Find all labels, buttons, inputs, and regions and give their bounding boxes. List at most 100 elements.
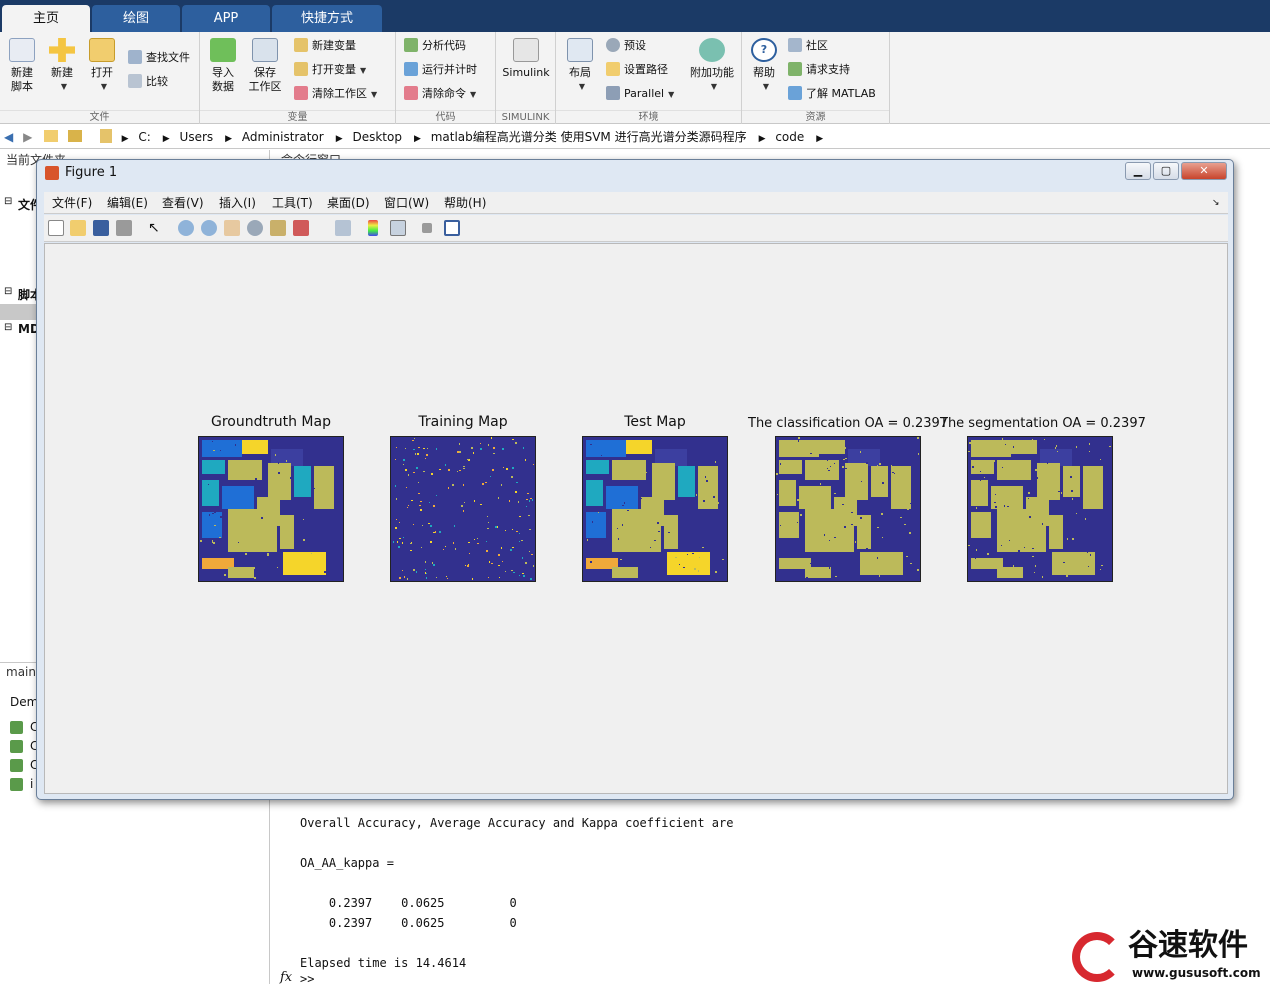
tab-plots[interactable]: 绘图 xyxy=(92,5,180,32)
request-support-button[interactable]: 请求支持 xyxy=(788,60,850,80)
collapse-icon[interactable]: ⊟ xyxy=(4,286,12,297)
back-arrow-icon[interactable]: ◀ xyxy=(4,125,13,149)
zoom-out-icon[interactable] xyxy=(201,220,217,236)
map-speckle xyxy=(887,519,889,522)
menu-insert[interactable]: 插入(I) xyxy=(219,192,256,214)
breadcrumb-item[interactable]: C: xyxy=(138,125,150,149)
menu-help[interactable]: 帮助(H) xyxy=(444,192,486,214)
analyze-code-button[interactable]: 分析代码 xyxy=(404,36,466,56)
save-icon[interactable] xyxy=(93,220,109,236)
compare-button[interactable]: 比较 xyxy=(128,72,168,92)
tab-apps[interactable]: APP xyxy=(182,5,270,32)
new-variable-button[interactable]: 新建变量 xyxy=(294,36,356,56)
addons-button[interactable]: 附加功能 ▼ xyxy=(688,38,736,94)
up-folder-icon[interactable] xyxy=(44,130,59,142)
legend-icon[interactable] xyxy=(390,220,406,236)
hide-plot-tools-icon[interactable] xyxy=(422,223,432,233)
map-speckle xyxy=(968,565,970,568)
save-workspace-button[interactable]: 保存 工作区 xyxy=(246,38,284,94)
tab-home[interactable]: 主页 xyxy=(2,5,90,32)
preferences-button[interactable]: 预设 xyxy=(606,36,646,56)
menu-view[interactable]: 查看(V) xyxy=(162,192,204,214)
zoom-in-icon[interactable] xyxy=(178,220,194,236)
find-files-button[interactable]: 查找文件 xyxy=(128,48,190,68)
map-speckle xyxy=(709,521,711,523)
map-speckle xyxy=(435,494,438,497)
show-plot-tools-icon[interactable] xyxy=(444,220,460,236)
run-and-time-button[interactable]: 运行并计时 xyxy=(404,60,477,80)
brush-icon[interactable] xyxy=(293,220,309,236)
simulink-group-title: SIMULINK xyxy=(496,110,555,124)
pointer-icon[interactable]: ↖ xyxy=(148,220,164,236)
simulink-group: Simulink SIMULINK xyxy=(496,32,556,124)
menu-window[interactable]: 窗口(W) xyxy=(384,192,429,214)
map-parcel xyxy=(804,566,831,579)
print-icon[interactable] xyxy=(116,220,132,236)
file-group: 新建 脚本 新建 ▼ 打开 ▼ 查找文件 比较 文件 xyxy=(0,32,200,124)
open-variable-button[interactable]: 打开变量 ▼ xyxy=(294,60,366,80)
data-cursor-icon[interactable] xyxy=(270,220,286,236)
map-speckle xyxy=(1036,494,1039,496)
map-parcel xyxy=(314,465,335,509)
browse-folder-icon[interactable] xyxy=(67,130,82,142)
map-speckle xyxy=(398,546,400,548)
map-speckle xyxy=(278,472,280,474)
compare-label: 比较 xyxy=(146,75,168,88)
close-button[interactable]: ✕ xyxy=(1181,162,1227,180)
collapse-icon[interactable]: ⊟ xyxy=(4,322,12,333)
forward-arrow-icon[interactable]: ▶ xyxy=(23,125,32,149)
map-speckle xyxy=(1072,513,1075,515)
simulink-button[interactable]: Simulink xyxy=(502,38,550,80)
breadcrumb-separator-icon: ▶ xyxy=(335,134,343,144)
clear-commands-button[interactable]: 清除命令 ▼ xyxy=(404,84,476,104)
help-button[interactable]: ? 帮助 ▼ xyxy=(746,38,782,94)
new-button[interactable]: 新建 ▼ xyxy=(44,38,80,94)
new-figure-icon[interactable] xyxy=(48,220,64,236)
map-speckle xyxy=(826,459,829,462)
collapse-icon[interactable]: ⊟ xyxy=(4,196,12,207)
file-item[interactable]: i xyxy=(30,777,33,791)
breadcrumb-item[interactable]: matlab编程高光谱分类 使用SVM 进行高光谱分类源码程序 xyxy=(431,125,747,149)
map-speckle xyxy=(704,476,707,478)
breadcrumb-item[interactable]: Users xyxy=(180,125,214,149)
map-speckle xyxy=(426,454,428,456)
learn-matlab-button[interactable]: 了解 MATLAB xyxy=(788,84,876,104)
menu-tools[interactable]: 工具(T) xyxy=(272,192,313,214)
map-speckle xyxy=(1015,441,1017,444)
fx-icon: fx xyxy=(280,970,293,985)
set-path-button[interactable]: 设置路径 xyxy=(606,60,668,80)
pan-icon[interactable] xyxy=(224,220,240,236)
open-button[interactable]: 打开 ▼ xyxy=(84,38,120,94)
rotate-icon[interactable] xyxy=(247,220,263,236)
map-speckle xyxy=(859,451,862,453)
figure-titlebar[interactable]: Figure 1 ▁ ▢ ✕ xyxy=(37,160,1233,186)
colorbar-icon[interactable] xyxy=(368,220,378,236)
parallel-button[interactable]: Parallel ▼ xyxy=(606,84,674,104)
link-plot-icon[interactable] xyxy=(335,220,351,236)
clear-workspace-button[interactable]: 清除工作区 ▼ xyxy=(294,84,377,104)
menu-edit[interactable]: 编辑(E) xyxy=(107,192,148,214)
map-speckle xyxy=(854,541,857,543)
save-workspace-icon xyxy=(252,38,278,62)
breadcrumb-item[interactable]: code xyxy=(775,125,804,149)
menu-file[interactable]: 文件(F) xyxy=(52,192,92,214)
breadcrumb-item[interactable]: Desktop xyxy=(352,125,402,149)
breadcrumb-item[interactable]: Administrator xyxy=(242,125,324,149)
new-script-button[interactable]: 新建 脚本 xyxy=(4,38,40,94)
layout-button[interactable]: 布局 ▼ xyxy=(562,38,598,94)
community-button[interactable]: 社区 xyxy=(788,36,828,56)
menu-desktop[interactable]: 桌面(D) xyxy=(327,192,370,214)
open-file-icon[interactable] xyxy=(70,220,86,236)
map-speckle xyxy=(446,577,449,580)
maximize-button[interactable]: ▢ xyxy=(1153,162,1179,180)
map-speckle xyxy=(512,467,514,469)
tab-shortcuts[interactable]: 快捷方式 xyxy=(272,5,382,32)
dock-arrow-icon[interactable]: ↘ xyxy=(1212,192,1220,214)
map-speckle xyxy=(433,505,435,507)
map-speckle xyxy=(394,485,397,487)
open-variable-icon xyxy=(294,62,308,76)
map-speckle xyxy=(428,501,431,504)
import-data-button[interactable]: 导入 数据 xyxy=(205,38,241,94)
minimize-button[interactable]: ▁ xyxy=(1125,162,1151,180)
figure-canvas[interactable]: Groundtruth Map Training Map Test Map The c… xyxy=(44,243,1228,794)
